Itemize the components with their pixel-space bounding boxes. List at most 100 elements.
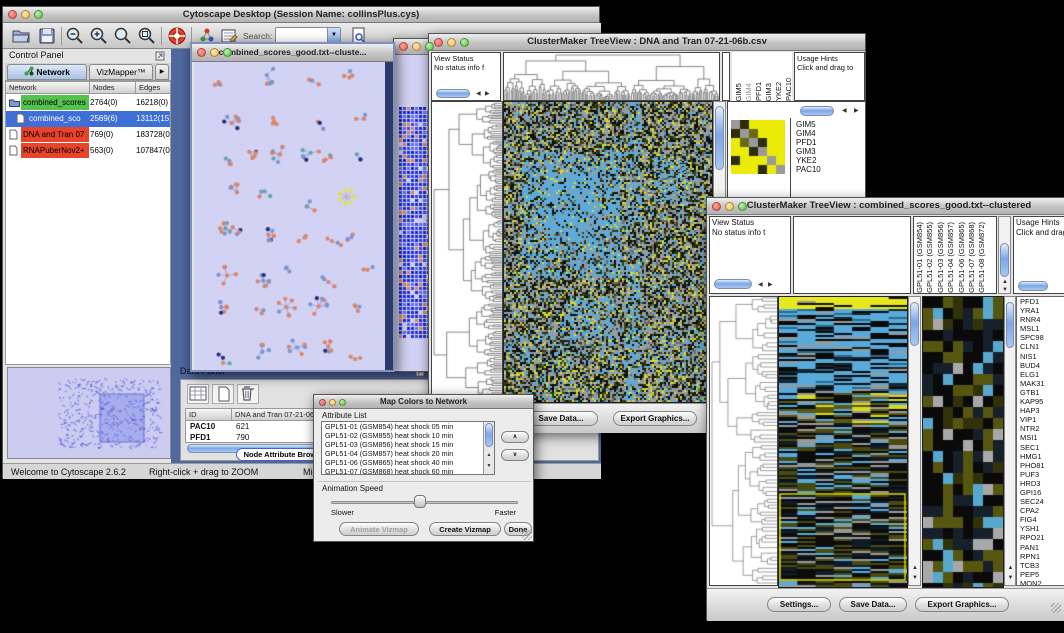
zoom-window-icon[interactable]: [460, 38, 469, 47]
scroll-down-icon[interactable]: ▼: [1008, 575, 1014, 581]
gene-label[interactable]: GIM5: [794, 120, 864, 129]
gene-label[interactable]: MSI1: [1017, 433, 1064, 442]
gene-label[interactable]: RNR4: [1017, 315, 1064, 324]
network-canvas[interactable]: [194, 62, 385, 370]
gene-label[interactable]: RPO21: [1017, 533, 1064, 542]
gene-label[interactable]: YKE2: [794, 156, 864, 165]
gene-label[interactable]: MAK31: [1017, 379, 1064, 388]
zoom-heatmap-canvas[interactable]: [731, 120, 785, 174]
gene-label[interactable]: MSL1: [1017, 324, 1064, 333]
help-lifering-icon[interactable]: [167, 26, 187, 46]
column-label[interactable]: GIM3: [764, 83, 772, 101]
zoom-out-icon[interactable]: [65, 26, 85, 46]
gene-label[interactable]: ELG1: [1017, 370, 1064, 379]
row-dendrogram-canvas[interactable]: [432, 102, 502, 402]
close-icon[interactable]: [434, 38, 443, 47]
cell-id[interactable]: PAC10: [190, 422, 215, 431]
scroll-down-icon[interactable]: ▼: [487, 464, 492, 469]
column-label[interactable]: GPL51-08 (GSM872): [977, 222, 986, 293]
tv1-row-dendrogram-panel[interactable]: [431, 101, 503, 403]
attribute-item[interactable]: GPL51-03 (GSM856) heat shock 15 min: [323, 440, 483, 449]
save-icon[interactable]: [37, 26, 57, 46]
gene-label[interactable]: GPI16: [1017, 488, 1064, 497]
gene-label[interactable]: NIS1: [1017, 352, 1064, 361]
zoom-window-icon[interactable]: [738, 202, 747, 211]
close-icon[interactable]: [197, 48, 206, 57]
delete-attribute-button[interactable]: [237, 384, 259, 404]
gene-label[interactable]: GTB1: [1017, 388, 1064, 397]
export-graphics-button[interactable]: Export Graphics...: [613, 411, 697, 426]
gene-label[interactable]: SEC24: [1017, 497, 1064, 506]
attribute-item[interactable]: GPL51-02 (GSM855) heat shock 10 min: [323, 431, 483, 440]
gene-label[interactable]: MON2: [1017, 579, 1064, 586]
scroll-down-icon[interactable]: ▼: [1002, 287, 1008, 293]
column-label[interactable]: GPL51-06 (GSM865): [957, 222, 966, 293]
create-attribute-button[interactable]: [212, 384, 234, 404]
tv2-zoom-heatmap-panel[interactable]: [922, 296, 1004, 588]
network-row-selected[interactable]: combined_sco 2569(6) 13112(15): [6, 111, 170, 127]
zoom-in-icon[interactable]: [89, 26, 109, 46]
attribute-item[interactable]: GPL51-04 (GSM857) heat shock 20 min: [323, 449, 483, 458]
column-label[interactable]: GPL51-01 (GSM854): [915, 222, 924, 293]
column-header-nodes[interactable]: Nodes: [90, 82, 136, 94]
scroll-right-icon[interactable]: ▶: [768, 282, 773, 288]
settings-button[interactable]: Settings...: [767, 597, 831, 612]
scroll-up-icon[interactable]: ▲: [1008, 565, 1014, 571]
tv1-scroll-strip[interactable]: [722, 52, 730, 101]
attribute-list-vscrollbar[interactable]: ▲ ▼: [483, 422, 494, 474]
tv1-column-dendrogram-panel[interactable]: [503, 52, 720, 101]
gene-label[interactable]: SEC1: [1017, 443, 1064, 452]
network-window-1-titlebar[interactable]: combined_scores_good.txt--cluste...: [192, 44, 393, 62]
birdseye-panel[interactable]: [7, 367, 171, 459]
gene-label[interactable]: VIP1: [1017, 415, 1064, 424]
global-heatmap-canvas[interactable]: [504, 102, 712, 402]
treeview2-titlebar[interactable]: ClusterMaker TreeView : combined_scores_…: [707, 198, 1064, 215]
attribute-listbox[interactable]: GPL51-01 (GSM854) heat shock 05 minGPL51…: [321, 421, 495, 475]
scrollbar-thumb[interactable]: [1000, 243, 1009, 277]
animate-vizmap-button[interactable]: Animate Vizmap: [339, 522, 419, 536]
column-header-id[interactable]: ID: [186, 409, 232, 421]
network-vscrollbar[interactable]: [385, 62, 393, 370]
tv2-top-vscrollbar[interactable]: ▲ ▼: [998, 216, 1011, 294]
gene-label[interactable]: GIM4: [794, 129, 864, 138]
attribute-item[interactable]: GPL51-07 (GSM868) heat shock 60 min: [323, 467, 483, 475]
export-graphics-button[interactable]: Export Graphics...: [915, 597, 1009, 612]
column-dendrogram-canvas[interactable]: [504, 53, 719, 100]
gene-label[interactable]: PFD1: [1017, 297, 1064, 306]
gene-label[interactable]: SPC98: [1017, 333, 1064, 342]
scroll-down-icon[interactable]: ▼: [912, 575, 918, 581]
column-label[interactable]: GIM4: [744, 83, 752, 101]
gene-label[interactable]: CLN1: [1017, 342, 1064, 351]
minimize-icon[interactable]: [412, 42, 421, 51]
resize-grip[interactable]: [1051, 603, 1061, 613]
gene-label[interactable]: CPA2: [1017, 506, 1064, 515]
scrollbar-thumb[interactable]: [715, 106, 724, 170]
scroll-left-icon[interactable]: ◀: [758, 282, 763, 288]
network-row-dna-tran[interactable]: DNA and Tran 07 769(0) 183728(0): [6, 127, 170, 143]
zoom-heatmap-canvas[interactable]: [923, 297, 1003, 587]
tv2-zoom-vscrollbar[interactable]: ▲ ▼: [1004, 296, 1016, 586]
network-row-combined-scores[interactable]: combined_scores 2764(0) 16218(0): [6, 95, 170, 111]
attribute-item[interactable]: GPL51-01 (GSM854) heat shock 05 min: [323, 422, 483, 431]
dense-cluster-canvas[interactable]: [399, 107, 431, 339]
tab-vizmapper[interactable]: VizMapper™: [89, 64, 153, 80]
row-dendrogram-canvas[interactable]: [710, 297, 777, 585]
scroll-left-icon[interactable]: ◀: [476, 91, 481, 97]
scroll-right-icon[interactable]: ▶: [485, 91, 490, 97]
gene-label[interactable]: GIM3: [794, 147, 864, 156]
save-data-button[interactable]: Save Data...: [524, 411, 598, 426]
close-icon[interactable]: [319, 399, 326, 406]
scroll-left-icon[interactable]: ◀: [842, 108, 847, 114]
column-label[interactable]: PFD1: [754, 82, 762, 101]
minimize-icon[interactable]: [447, 38, 456, 47]
move-down-button[interactable]: ∨: [501, 449, 529, 461]
treeview1-titlebar[interactable]: ClusterMaker TreeView : DNA and Tran 07-…: [429, 34, 865, 51]
network-row-rnapuber[interactable]: RNAPuberNov2+ 563(0) 107847(0): [6, 143, 170, 159]
create-vizmap-button[interactable]: Create Vizmap: [429, 522, 501, 536]
gene-label[interactable]: YRA1: [1017, 306, 1064, 315]
scrollbar-thumb[interactable]: [485, 423, 493, 447]
column-label[interactable]: GPL51-07 (GSM868): [967, 222, 976, 293]
global-heatmap-canvas[interactable]: [779, 297, 907, 587]
column-header-network[interactable]: Network: [6, 82, 90, 94]
gene-label[interactable]: TCB3: [1017, 561, 1064, 570]
